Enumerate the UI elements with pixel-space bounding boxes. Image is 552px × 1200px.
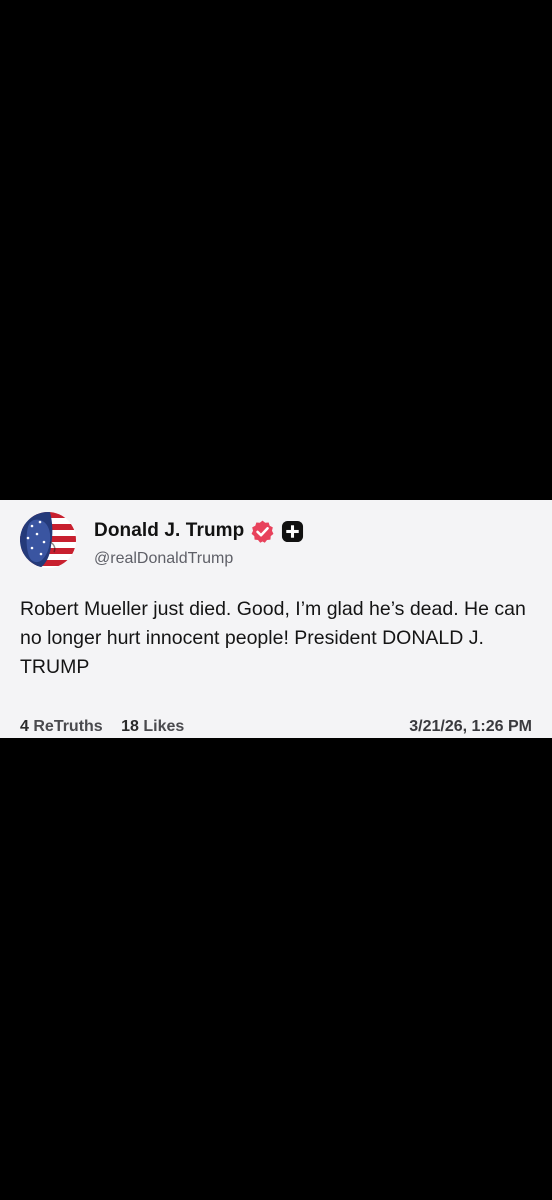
retruths-label: ReTruths — [33, 718, 103, 735]
likes-count: 18 — [121, 718, 139, 735]
plus-badge-icon — [281, 520, 304, 543]
post-footer: 4 ReTruths 18 Likes 3/21/26, 1:26 PM — [20, 718, 532, 740]
author-display-name[interactable]: Donald J. Trump — [94, 520, 244, 542]
flag-portrait-avatar-image — [20, 512, 76, 568]
post-card: Donald J. Trump @realDonaldTrump Robert … — [0, 500, 552, 738]
post-text: Robert Mueller just died. Good, I’m glad… — [20, 598, 526, 678]
likes-label: Likes — [143, 718, 185, 735]
post-timestamp[interactable]: 3/21/26, 1:26 PM — [409, 718, 532, 736]
retruths-count: 4 — [20, 718, 29, 735]
avatar[interactable] — [20, 512, 76, 568]
likes-stat[interactable]: 18 Likes — [121, 718, 184, 736]
author-name-row: Donald J. Trump — [94, 517, 304, 545]
author-handle[interactable]: @realDonaldTrump — [94, 550, 233, 568]
retruths-stat[interactable]: 4 ReTruths — [20, 718, 103, 736]
verified-badge-icon — [250, 519, 275, 544]
